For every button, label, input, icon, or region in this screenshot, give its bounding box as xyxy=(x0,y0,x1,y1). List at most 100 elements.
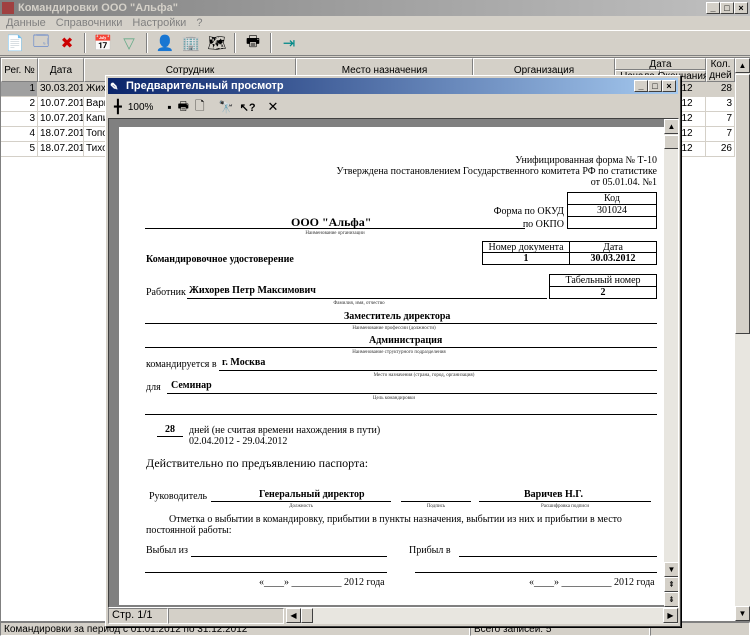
arrived-line xyxy=(459,556,657,557)
exit-icon[interactable]: ⇥ xyxy=(278,32,300,54)
header-dates: Дата xyxy=(615,58,706,70)
cell-date[interactable]: 10.07.2012 xyxy=(38,97,84,112)
app-icon xyxy=(2,2,14,14)
edit-document-icon[interactable]: 🗔 xyxy=(30,32,52,54)
header-days[interactable]: Кол. дней xyxy=(706,58,735,82)
purpose: Семинар xyxy=(171,380,212,391)
zoom-level[interactable]: 100% xyxy=(128,102,154,113)
cell-date[interactable]: 10.07.2012 xyxy=(38,112,84,127)
place-caption: Место назначения (страна, город, организ… xyxy=(373,373,475,378)
cell-reg[interactable]: 3 xyxy=(1,112,38,127)
find-icon[interactable]: 🔭 xyxy=(219,100,234,114)
preview-scroll-right[interactable]: ▶ xyxy=(663,608,678,623)
scroll-up-button[interactable]: ▲ xyxy=(735,58,750,73)
cell-reg[interactable]: 5 xyxy=(1,142,38,157)
print-icon[interactable]: 🖶 xyxy=(242,32,264,54)
head-position-line xyxy=(211,501,391,502)
okpo-value xyxy=(567,216,657,229)
preview-scroll-up[interactable]: ▲ xyxy=(664,119,678,134)
menu-help[interactable]: ? xyxy=(196,16,202,30)
position-caption: Наименование профессии (должности) xyxy=(352,326,436,331)
cell-date[interactable]: 18.07.2012 xyxy=(38,127,84,142)
preview-window: ✎ Предварительный просмотр _ □ × ╋ 100% … xyxy=(105,75,681,627)
scroll-thumb[interactable] xyxy=(735,74,750,334)
filter-icon[interactable]: ▽ xyxy=(118,32,140,54)
minimize-button[interactable]: _ xyxy=(706,2,720,14)
cell-date[interactable]: 30.03.2012 xyxy=(38,82,84,97)
cell-days[interactable]: 28 xyxy=(706,82,735,97)
preview-scroll-thumb[interactable] xyxy=(664,135,678,149)
arrived-line-2 xyxy=(415,572,657,573)
head-name-line xyxy=(479,501,651,502)
places-map-icon[interactable]: 🗺 xyxy=(206,32,228,54)
cell-days[interactable]: 7 xyxy=(706,127,735,142)
menu-settings[interactable]: Настройки xyxy=(132,16,186,30)
cell-reg[interactable]: 1 xyxy=(1,82,38,97)
org-caption: Наименование организации xyxy=(305,231,365,236)
preview-app-icon: ✎ xyxy=(110,82,119,93)
page-setup-icon[interactable]: 🗋 xyxy=(195,97,205,118)
form-approved-date: от 05.01.04. №1 xyxy=(590,177,657,188)
grid-scrollbar[interactable]: ▲ ▼ xyxy=(735,58,750,621)
menu-data[interactable]: Данные xyxy=(6,16,46,30)
delete-document-icon[interactable]: ✖ xyxy=(56,32,78,54)
period-calendar-icon[interactable]: 📅 xyxy=(92,32,114,54)
department-caption: Наименование структурного подразделения xyxy=(352,350,446,355)
save-icon[interactable]: ▪ xyxy=(167,100,171,114)
organizations-icon[interactable]: 🏢 xyxy=(180,32,202,54)
close-preview-icon[interactable]: ✕ xyxy=(268,99,279,115)
preview-page-down[interactable]: ⇟ xyxy=(664,592,678,607)
place-line xyxy=(219,370,657,371)
mark-text-2: постоянной работы: xyxy=(146,525,232,536)
main-toolbar: 📄 🗔 ✖ 📅 ▽ 👤 🏢 🗺 🖶 ⇥ xyxy=(0,30,750,56)
preview-close-button[interactable]: × xyxy=(662,80,676,92)
extra-line xyxy=(145,414,657,415)
worker-name: Жихорев Петр Максимович xyxy=(189,285,316,296)
tab-num: 2 xyxy=(549,286,657,299)
zoom-icon[interactable]: ╋ xyxy=(114,99,122,115)
place: г. Москва xyxy=(222,357,266,368)
document-page: Унифицированная форма № Т-10 Утверждена … xyxy=(119,127,664,605)
preview-scroll-left[interactable]: ◀ xyxy=(286,608,301,623)
preview-minimize-button[interactable]: _ xyxy=(634,80,648,92)
employees-icon[interactable]: 👤 xyxy=(154,32,176,54)
arrived-label: Прибыл в xyxy=(409,545,451,556)
sign-line xyxy=(401,501,471,502)
preview-toolbar: ╋ 100% ▪ 🖶 🗋 🔭 ↖? ✕ xyxy=(108,96,678,118)
add-document-icon[interactable]: 📄 xyxy=(4,32,26,54)
menu-references[interactable]: Справочники xyxy=(56,16,123,30)
cell-reg[interactable]: 2 xyxy=(1,97,38,112)
separator xyxy=(146,33,148,53)
scroll-down-button[interactable]: ▼ xyxy=(735,606,750,621)
print-icon[interactable]: 🖶 xyxy=(178,97,189,118)
head-position-caption: Должность xyxy=(289,504,313,509)
left-line xyxy=(191,556,387,557)
cell-reg[interactable]: 4 xyxy=(1,127,38,142)
help-pointer-icon[interactable]: ↖? xyxy=(240,101,256,114)
preview-hscroll-thumb[interactable] xyxy=(301,608,313,623)
preview-scroll-down[interactable]: ▼ xyxy=(664,562,678,577)
header-reg[interactable]: Рег. № xyxy=(1,58,38,82)
preview-hscrollbar[interactable]: ◀ ▶ xyxy=(286,608,678,624)
head-position: Генеральный директор xyxy=(259,489,365,500)
worker-caption: Фамилия, имя, отчество xyxy=(333,301,385,306)
preview-status-empty xyxy=(168,608,284,624)
department: Администрация xyxy=(369,335,443,346)
maximize-button[interactable]: □ xyxy=(720,2,734,14)
cell-date[interactable]: 18.07.2012 xyxy=(38,142,84,157)
sign-caption: Подпись xyxy=(426,504,446,509)
mark-text-1: Отметка о выбытии в командировку, прибыт… xyxy=(169,514,622,525)
position-line xyxy=(145,323,657,324)
close-button[interactable]: × xyxy=(734,2,748,14)
preview-maximize-button[interactable]: □ xyxy=(648,80,662,92)
preview-page-area[interactable]: Унифицированная форма № Т-10 Утверждена … xyxy=(108,118,679,608)
cell-days[interactable]: 3 xyxy=(706,97,735,112)
cell-days[interactable]: 26 xyxy=(706,142,735,157)
position: Заместитель директора xyxy=(344,311,451,322)
header-date[interactable]: Дата xyxy=(38,58,84,82)
arrived-date: «____» __________ 2012 года xyxy=(529,577,655,588)
head-name: Варичев Н.Г. xyxy=(524,489,583,500)
preview-vscrollbar[interactable]: ▲ ▼ ⇞ ⇟ xyxy=(664,119,678,607)
preview-page-up[interactable]: ⇞ xyxy=(664,577,678,592)
cell-days[interactable]: 7 xyxy=(706,112,735,127)
